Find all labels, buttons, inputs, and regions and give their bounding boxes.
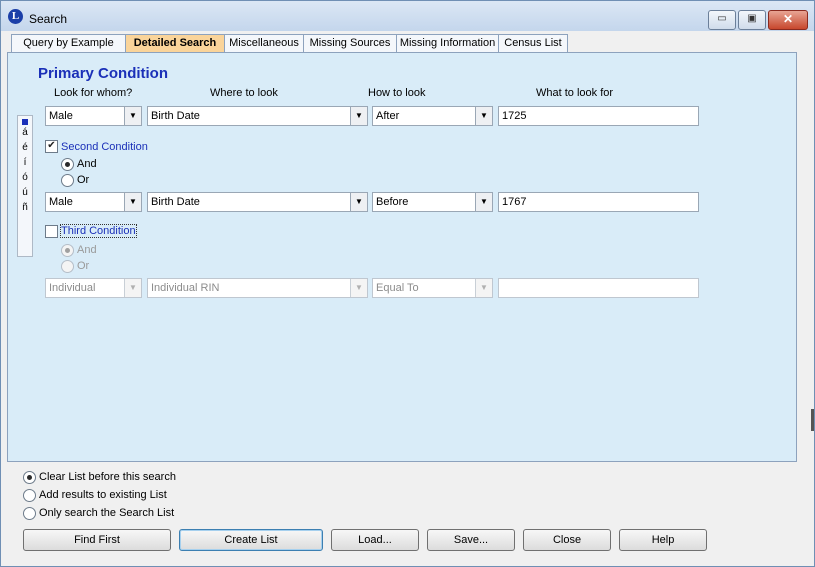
check-icon: ✔ [47, 140, 56, 151]
second-how-select[interactable]: Before ▼ [372, 192, 493, 212]
third-and-label: And [77, 244, 97, 256]
chevron-down-icon[interactable]: ▼ [124, 193, 141, 211]
tab-missing-information[interactable]: Missing Information [396, 34, 499, 52]
second-or-radio[interactable] [61, 174, 74, 187]
third-where-select: Individual RIN ▼ [147, 278, 368, 298]
tab-missing-sources[interactable]: Missing Sources [303, 34, 397, 52]
primary-how-value: After [376, 110, 400, 122]
close-window-button[interactable]: ✕ [768, 10, 808, 30]
minimize-button[interactable]: ▭ [708, 10, 736, 30]
char-i-acute[interactable]: í [18, 155, 32, 170]
chevron-down-icon[interactable]: ▼ [475, 193, 492, 211]
chevron-down-icon[interactable]: ▼ [350, 193, 367, 211]
second-whom-select[interactable]: Male ▼ [45, 192, 142, 212]
search-window: L Search ▭ ▣ ✕ Query by Example Detailed… [0, 0, 815, 567]
second-value-input[interactable]: 1767 [498, 192, 699, 212]
create-list-button[interactable]: Create List [179, 529, 323, 551]
second-where-value: Birth Date [151, 196, 200, 208]
chevron-down-icon: ▼ [475, 279, 492, 297]
char-a-acute[interactable]: á [18, 125, 32, 140]
char-u-acute[interactable]: ú [18, 185, 32, 200]
only-search-list-label[interactable]: Only search the Search List [39, 507, 174, 519]
second-whom-value: Male [49, 196, 73, 208]
third-where-value: Individual RIN [151, 282, 220, 294]
third-whom-value: Individual [49, 282, 96, 294]
header-what-to-look-for: What to look for [536, 87, 614, 99]
second-how-value: Before [376, 196, 409, 208]
chevron-down-icon[interactable]: ▼ [350, 107, 367, 125]
add-to-list-label[interactable]: Add results to existing List [39, 489, 167, 501]
tab-miscellaneous[interactable]: Miscellaneous [224, 34, 304, 52]
char-n-tilde[interactable]: ñ [18, 200, 32, 215]
maximize-button[interactable]: ▣ [738, 10, 766, 30]
maximize-icon: ▣ [747, 13, 757, 24]
second-where-select[interactable]: Birth Date ▼ [147, 192, 368, 212]
tab-census-list[interactable]: Census List [498, 34, 568, 52]
special-characters-bar: á é í ó ú ñ [17, 115, 33, 257]
char-o-acute[interactable]: ó [18, 170, 32, 185]
save-button[interactable]: Save... [427, 529, 515, 551]
close-icon: ✕ [782, 12, 794, 26]
third-or-label: Or [77, 260, 90, 272]
primary-condition-heading: Primary Condition [38, 65, 169, 82]
edge-marker [811, 409, 814, 431]
title-bar[interactable]: L Search ▭ ▣ ✕ [1, 1, 814, 31]
help-button[interactable]: Help [619, 529, 707, 551]
third-condition-checkbox[interactable] [45, 225, 58, 238]
primary-where-select[interactable]: Birth Date ▼ [147, 106, 368, 126]
chevron-down-icon[interactable]: ▼ [124, 107, 141, 125]
second-condition-label[interactable]: Second Condition [61, 141, 148, 153]
only-search-list-radio[interactable] [23, 507, 36, 520]
tab-detailed-search[interactable]: Detailed Search [125, 34, 225, 53]
find-first-button[interactable]: Find First [23, 529, 171, 551]
second-and-radio[interactable] [61, 158, 74, 171]
second-condition-checkbox[interactable]: ✔ [45, 140, 58, 153]
tab-query-by-example[interactable]: Query by Example [11, 34, 126, 52]
close-button[interactable]: Close [523, 529, 611, 551]
detailed-search-panel: Primary Condition Look for whom? Where t… [7, 52, 797, 462]
char-e-acute[interactable]: é [18, 140, 32, 155]
chevron-down-icon[interactable]: ▼ [475, 107, 492, 125]
third-how-value: Equal To [376, 282, 419, 294]
primary-whom-value: Male [49, 110, 73, 122]
primary-whom-select[interactable]: Male ▼ [45, 106, 142, 126]
third-condition-label[interactable]: Third Condition [60, 224, 137, 238]
third-and-radio [61, 244, 74, 257]
minimize-icon: ▭ [717, 13, 727, 24]
primary-value-input[interactable]: 1725 [498, 106, 699, 126]
primary-how-select[interactable]: After ▼ [372, 106, 493, 126]
header-how-to-look: How to look [368, 87, 426, 99]
second-or-label[interactable]: Or [77, 174, 89, 186]
clear-list-label[interactable]: Clear List before this search [39, 471, 176, 483]
header-where-to-look: Where to look [210, 87, 278, 99]
third-value-input [498, 278, 699, 298]
load-button[interactable]: Load... [331, 529, 419, 551]
third-or-radio [61, 260, 74, 273]
third-how-select: Equal To ▼ [372, 278, 493, 298]
add-to-list-radio[interactable] [23, 489, 36, 502]
chevron-down-icon: ▼ [350, 279, 367, 297]
second-and-label[interactable]: And [77, 158, 97, 170]
primary-where-value: Birth Date [151, 110, 200, 122]
chevron-down-icon: ▼ [124, 279, 141, 297]
header-look-for-whom: Look for whom? [54, 87, 133, 99]
legacy-app-icon: L [8, 9, 23, 24]
clear-list-radio[interactable] [23, 471, 36, 484]
third-whom-select: Individual ▼ [45, 278, 142, 298]
window-title: Search [29, 12, 68, 26]
